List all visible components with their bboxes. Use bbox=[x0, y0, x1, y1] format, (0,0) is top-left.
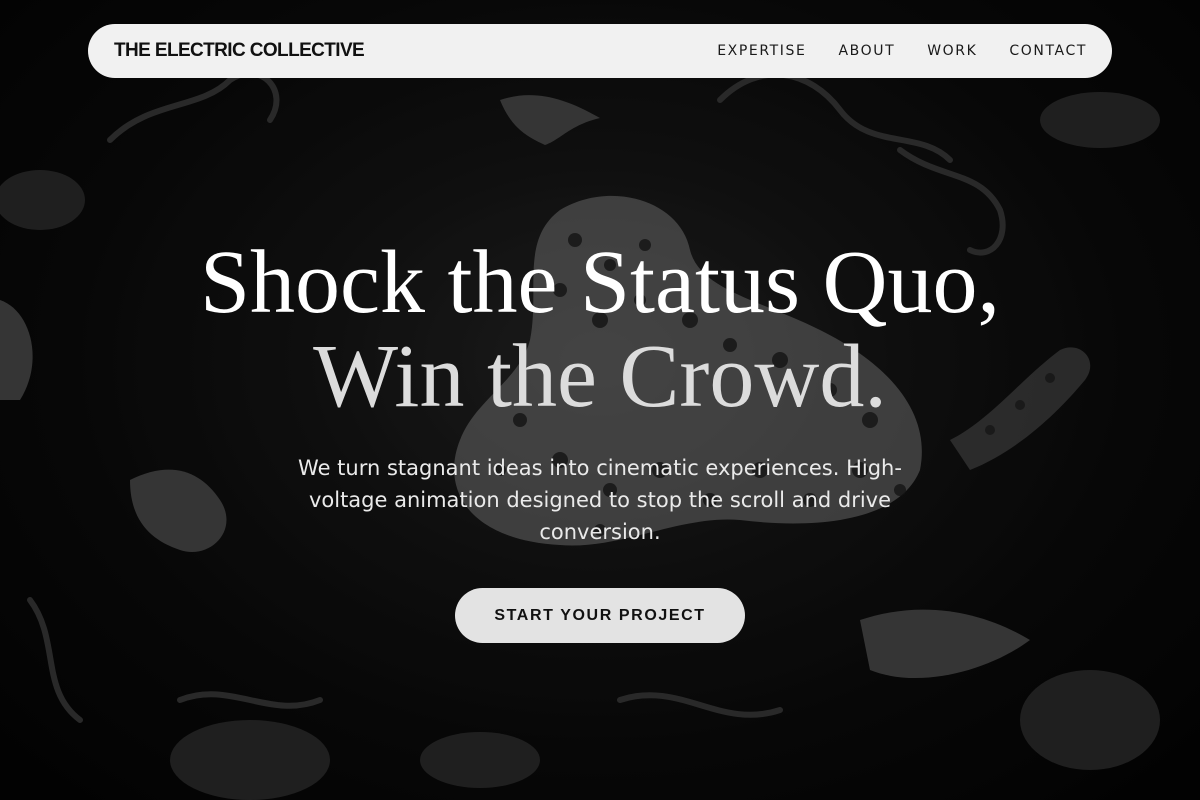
hero-headline-line-2: Win the Crowd. bbox=[313, 327, 887, 426]
hero-headline: Shock the Status Quo, Win the Crowd. bbox=[0, 236, 1200, 424]
nav-link-contact[interactable]: CONTACT bbox=[1009, 43, 1087, 59]
nav-links: EXPERTISE ABOUT WORK CONTACT bbox=[717, 43, 1087, 59]
page: THE ELECTRIC COLLECTIVE EXPERTISE ABOUT … bbox=[0, 0, 1200, 800]
hero-headline-line-1: Shock the Status Quo, bbox=[200, 233, 1000, 332]
top-navigation-bar: THE ELECTRIC COLLECTIVE EXPERTISE ABOUT … bbox=[88, 24, 1112, 78]
start-project-button[interactable]: START YOUR PROJECT bbox=[455, 588, 745, 643]
nav-link-expertise[interactable]: EXPERTISE bbox=[717, 43, 806, 59]
brand-logo[interactable]: THE ELECTRIC COLLECTIVE bbox=[114, 40, 365, 62]
hero-subtext: We turn stagnant ideas into cinematic ex… bbox=[298, 456, 902, 544]
nav-link-work[interactable]: WORK bbox=[927, 43, 977, 59]
nav-link-about[interactable]: ABOUT bbox=[838, 43, 895, 59]
